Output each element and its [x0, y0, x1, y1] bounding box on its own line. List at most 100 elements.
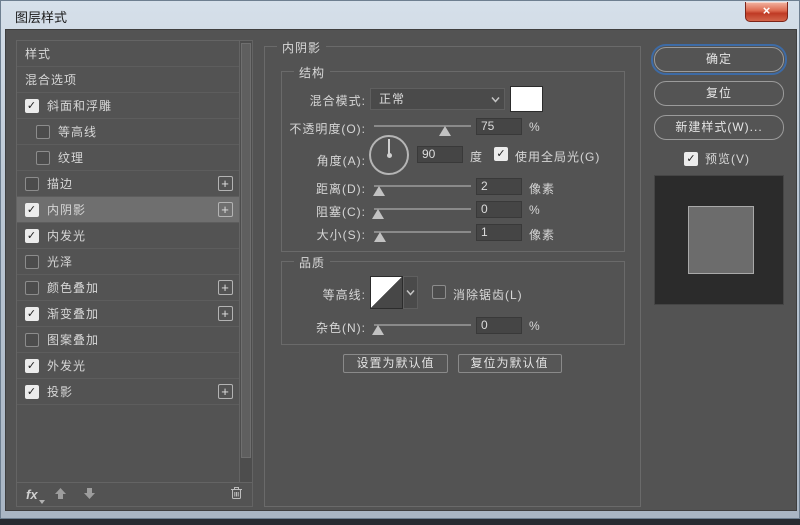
sidebar-item-drop-shadow[interactable]: ✓ 投影 +	[17, 379, 239, 405]
close-button[interactable]: ×	[745, 2, 788, 22]
outer-glow-checkbox[interactable]: ✓	[25, 358, 39, 373]
effects-toolbar: fx	[17, 482, 252, 506]
ok-button[interactable]: 确定	[654, 47, 784, 72]
sidebar-item-bevel-emboss[interactable]: ✓ 斜面和浮雕	[17, 93, 239, 119]
opacity-field[interactable]: 75	[476, 118, 522, 135]
make-default-button[interactable]: 设置为默认值	[343, 354, 448, 373]
stroke-checkbox[interactable]	[25, 176, 39, 191]
layer-style-dialog: 样式 混合选项 ✓ 斜面和浮雕 等高线 纹理 描边 + ✓ 内阴影 + ✓ 内发…	[5, 29, 797, 511]
arrow-up-icon	[54, 487, 66, 499]
shadow-color-swatch[interactable]	[510, 86, 543, 112]
add-effect-button[interactable]: +	[218, 280, 233, 295]
choke-unit: %	[529, 203, 541, 217]
preview-checkbox[interactable]: ✓	[684, 151, 698, 166]
angle-field[interactable]: 90	[417, 146, 463, 163]
distance-slider[interactable]	[372, 184, 471, 197]
noise-unit: %	[529, 319, 541, 333]
dial-needle	[388, 139, 390, 154]
sidebar-item-satin[interactable]: 光泽	[17, 249, 239, 275]
sidebar-item-label: 内发光	[47, 229, 87, 243]
inner-shadow-checkbox[interactable]: ✓	[25, 202, 39, 217]
sidebar-item-inner-glow[interactable]: ✓ 内发光	[17, 223, 239, 249]
quality-group-title: 品质	[294, 254, 331, 271]
global-light-checkbox[interactable]: ✓	[494, 147, 508, 161]
sidebar-item-contour[interactable]: 等高线	[17, 119, 239, 145]
pattern-overlay-checkbox[interactable]	[25, 332, 39, 347]
contour-picker[interactable]	[370, 276, 403, 309]
distance-label: 距离(D):	[316, 182, 366, 196]
antialias-checkbox[interactable]	[432, 285, 446, 299]
inner-glow-checkbox[interactable]: ✓	[25, 228, 39, 243]
sidebar-item-label: 纹理	[58, 151, 85, 165]
choke-field[interactable]: 0	[476, 201, 522, 218]
move-effect-down-button[interactable]	[83, 487, 96, 503]
effects-scrollbar[interactable]	[239, 41, 252, 482]
gradient-overlay-checkbox[interactable]: ✓	[25, 306, 39, 321]
sidebar-item-blending-options[interactable]: 混合选项	[17, 67, 239, 93]
trash-icon	[231, 487, 242, 499]
add-effect-button[interactable]: +	[218, 384, 233, 399]
bevel-emboss-checkbox[interactable]: ✓	[25, 98, 39, 113]
slider-thumb[interactable]	[438, 126, 451, 136]
slider-thumb[interactable]	[373, 232, 386, 242]
delete-effect-button[interactable]	[230, 486, 243, 503]
scrollbar-thumb[interactable]	[241, 43, 251, 458]
arrow-down-icon	[83, 487, 95, 499]
slider-thumb[interactable]	[372, 186, 385, 196]
panel-title: 内阴影	[277, 39, 327, 56]
distance-unit: 像素	[529, 182, 556, 196]
preview-label: 预览(V)	[705, 152, 750, 166]
slider-thumb[interactable]	[371, 209, 384, 219]
sidebar-item-styles[interactable]: 样式	[17, 41, 239, 67]
sidebar-item-texture[interactable]: 纹理	[17, 145, 239, 171]
reset-default-button[interactable]: 复位为默认值	[457, 354, 562, 373]
angle-label: 角度(A):	[316, 154, 366, 168]
slider-track	[374, 231, 471, 233]
sidebar-item-gradient-overlay[interactable]: ✓ 渐变叠加 +	[17, 301, 239, 327]
add-effect-button[interactable]: +	[218, 306, 233, 321]
contour-dropdown-button[interactable]	[403, 276, 418, 309]
opacity-label: 不透明度(O):	[289, 122, 366, 136]
slider-track	[374, 208, 471, 210]
angle-unit: 度	[470, 150, 484, 164]
texture-checkbox[interactable]	[36, 150, 50, 165]
add-effect-button[interactable]: +	[218, 176, 233, 191]
drop-shadow-checkbox[interactable]: ✓	[25, 384, 39, 399]
new-style-button[interactable]: 新建样式(W)...	[654, 115, 784, 140]
chevron-down-icon	[406, 290, 415, 296]
preview-layer-square	[688, 206, 754, 274]
satin-checkbox[interactable]	[25, 254, 39, 269]
reset-button[interactable]: 复位	[654, 81, 784, 106]
sidebar-item-inner-shadow[interactable]: ✓ 内阴影 +	[17, 197, 239, 223]
slider-thumb[interactable]	[371, 325, 384, 335]
angle-dial[interactable]	[369, 135, 409, 175]
noise-slider[interactable]	[371, 323, 471, 336]
contour-checkbox[interactable]	[36, 124, 50, 139]
dial-hub	[386, 152, 392, 158]
distance-field[interactable]: 2	[476, 178, 522, 195]
sidebar-item-outer-glow[interactable]: ✓ 外发光	[17, 353, 239, 379]
sidebar-item-label: 内阴影	[47, 203, 87, 217]
sidebar-item-label: 描边	[47, 177, 74, 191]
noise-field[interactable]: 0	[476, 317, 522, 334]
sidebar-item-label: 图案叠加	[47, 333, 100, 347]
quality-group: 品质 等高线: 消除锯齿(L) 杂色(N): 0 %	[281, 254, 625, 345]
sidebar-item-stroke[interactable]: 描边 +	[17, 171, 239, 197]
slider-track	[374, 185, 471, 187]
blend-mode-select[interactable]: 正常	[370, 88, 505, 110]
size-slider[interactable]	[373, 230, 471, 243]
sidebar-item-color-overlay[interactable]: 颜色叠加 +	[17, 275, 239, 301]
sidebar-item-label: 样式	[25, 47, 52, 61]
choke-slider[interactable]	[371, 207, 471, 220]
noise-label: 杂色(N):	[316, 321, 366, 335]
move-effect-up-button[interactable]	[54, 487, 67, 503]
add-effect-button[interactable]: +	[218, 202, 233, 217]
sidebar-item-pattern-overlay[interactable]: 图案叠加	[17, 327, 239, 353]
blend-mode-label: 混合模式:	[309, 94, 366, 108]
size-field[interactable]: 1	[476, 224, 522, 241]
color-overlay-checkbox[interactable]	[25, 280, 39, 295]
antialias-label: 消除锯齿(L)	[453, 288, 523, 302]
fx-menu-button[interactable]: fx	[26, 487, 44, 504]
slider-track	[374, 324, 471, 326]
global-light-label: 使用全局光(G)	[515, 150, 601, 164]
